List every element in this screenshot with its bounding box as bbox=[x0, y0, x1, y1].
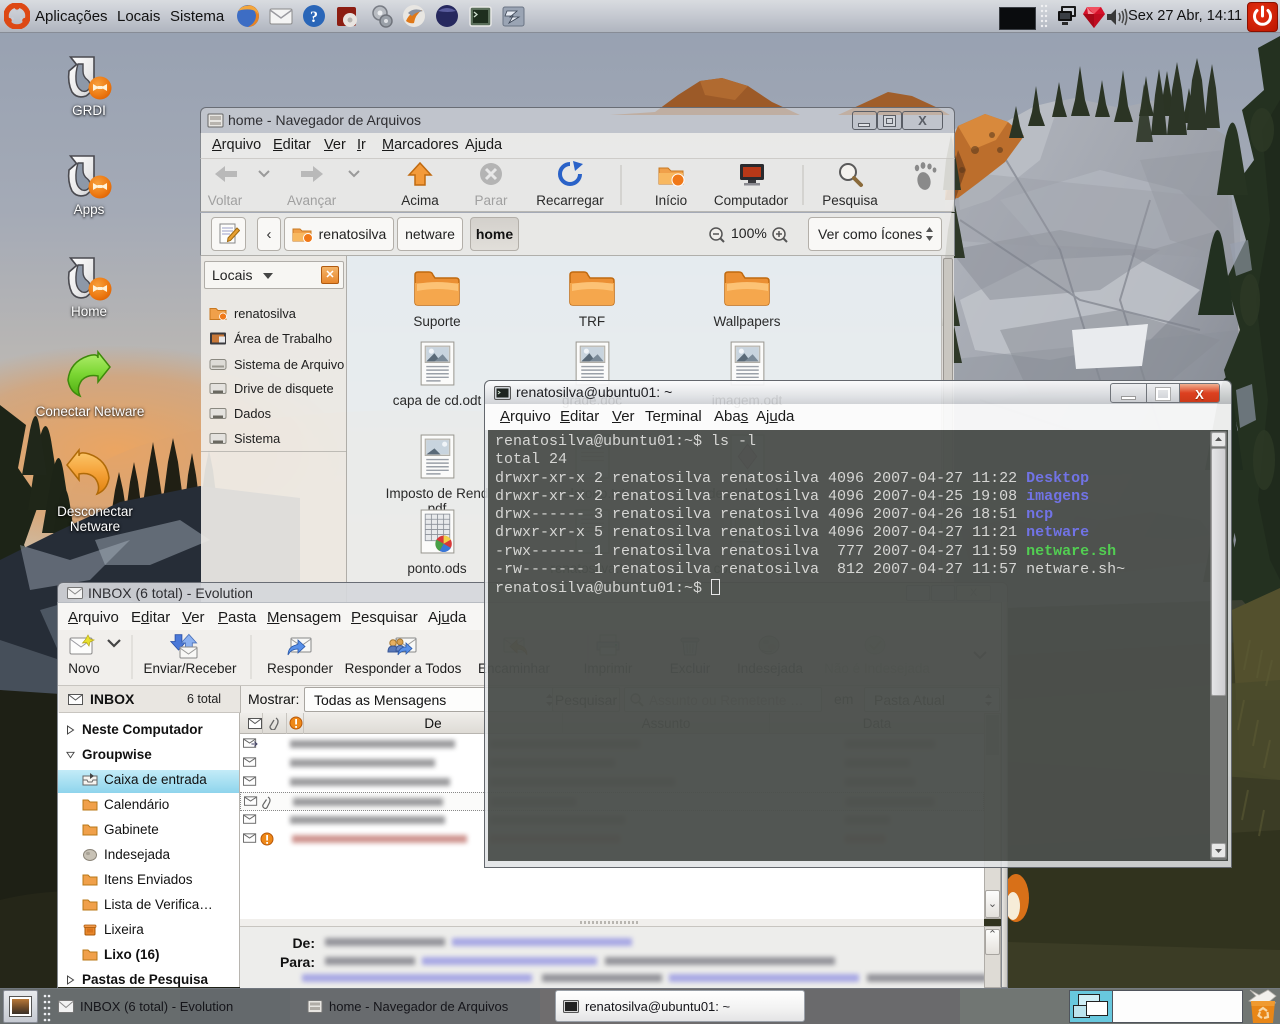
svg-text:?: ? bbox=[310, 9, 318, 26]
